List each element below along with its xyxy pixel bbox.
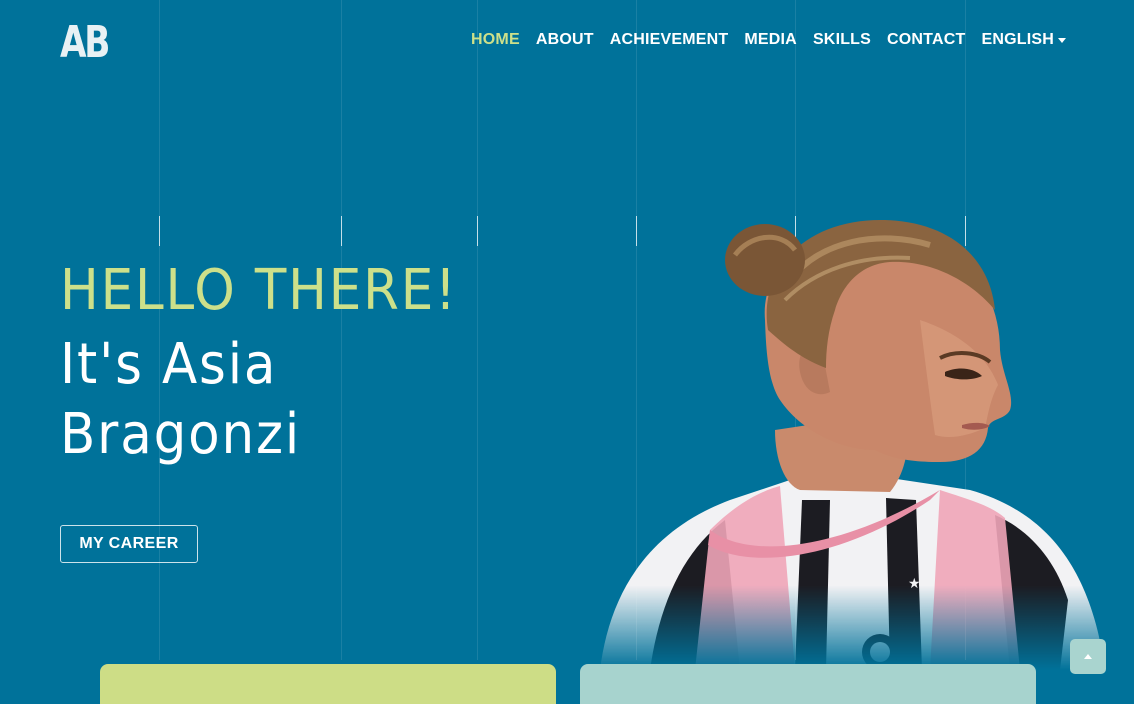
language-dropdown[interactable]: ENGLISH: [981, 30, 1066, 50]
page: AB HOME ABOUT ACHIEVEMENT MEDIA SKILLS C…: [0, 0, 1134, 704]
nav-item-home[interactable]: HOME: [471, 30, 520, 50]
logo[interactable]: AB: [60, 20, 122, 66]
scroll-top-button[interactable]: [1070, 639, 1106, 674]
caret-down-icon: [1058, 37, 1066, 43]
hero-name-line1: It's Asia: [60, 332, 278, 397]
nav-item-contact[interactable]: CONTACT: [887, 30, 965, 50]
feature-card-right: [580, 664, 1036, 704]
nav-item-achievement[interactable]: ACHIEVEMENT: [610, 30, 729, 50]
main-nav: HOME ABOUT ACHIEVEMENT MEDIA SKILLS CONT…: [471, 30, 1066, 50]
hero-name-line2: Bragonzi: [60, 402, 302, 467]
chevron-up-icon: [1084, 654, 1092, 659]
nav-item-about[interactable]: ABOUT: [536, 30, 594, 50]
my-career-button[interactable]: MY CAREER: [60, 525, 198, 563]
hero-name: It's Asia Bragonzi: [60, 330, 483, 470]
nav-item-skills[interactable]: SKILLS: [813, 30, 871, 50]
language-label: ENGLISH: [981, 31, 1054, 48]
hero-portrait-image: ★★: [600, 219, 1105, 670]
logo-text: AB: [60, 17, 110, 68]
svg-text:★★: ★★: [908, 576, 933, 592]
nav-item-media[interactable]: MEDIA: [744, 30, 797, 50]
hero-greeting: HELLO THERE!: [60, 258, 458, 323]
feature-card-left: [100, 664, 556, 704]
